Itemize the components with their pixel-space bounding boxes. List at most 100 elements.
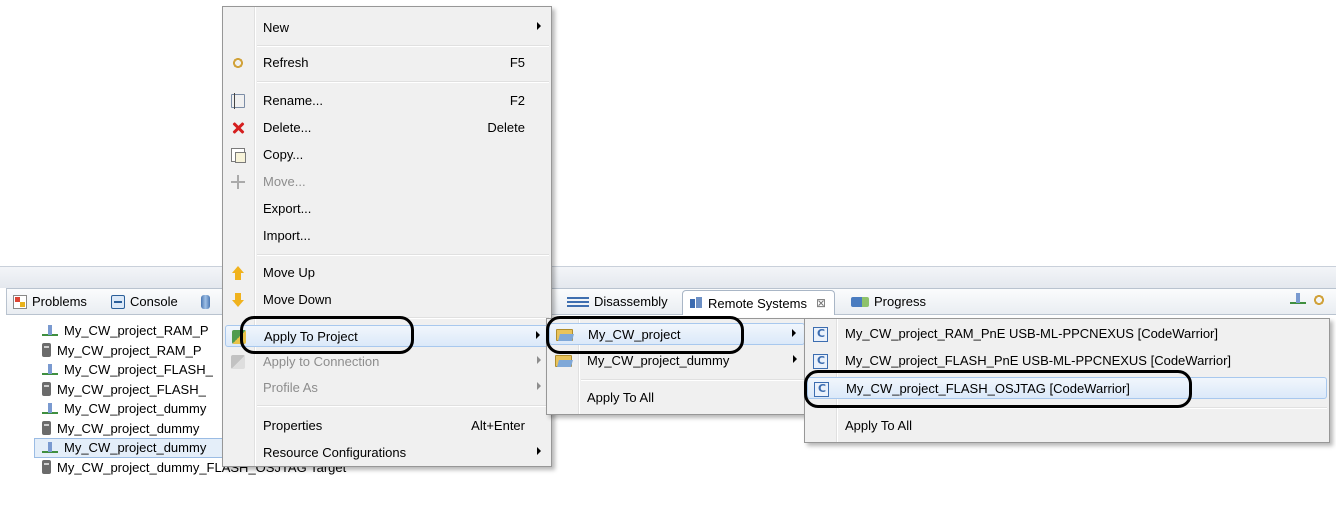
menu-item-label: Move... — [263, 174, 306, 189]
tab-disassembly[interactable]: Disassembly — [567, 289, 668, 314]
connection-icon — [42, 441, 58, 454]
menu-item-label: Delete... — [263, 120, 312, 135]
menu-separator — [257, 254, 549, 256]
menu-item-label: My_CW_project_FLASH_OSJTAG [CodeWarrior] — [846, 381, 1130, 396]
menu-separator — [581, 379, 805, 381]
menu-item-apply-to-all[interactable]: Apply To All — [807, 415, 1327, 437]
apply-icon — [232, 330, 246, 344]
menu-separator — [257, 317, 549, 319]
tab-label: Problems — [32, 294, 87, 309]
context-menu: New Refresh F5 Rename... F2 Delete... De… — [222, 6, 552, 467]
configuration-icon — [813, 327, 828, 342]
console-icon — [111, 294, 125, 309]
menu-item-refresh[interactable]: Refresh F5 — [225, 52, 549, 74]
tab-label: Console — [130, 294, 178, 309]
configuration-submenu: My_CW_project_RAM_PnE USB-ML-PPCNEXUS [C… — [804, 318, 1330, 443]
submenu-arrow-icon — [792, 329, 796, 337]
menu-separator — [257, 405, 549, 407]
menu-item-label: Import... — [263, 228, 311, 243]
submenu-arrow-icon — [537, 22, 541, 30]
refresh-icon — [231, 56, 245, 70]
menu-item-label: New — [263, 20, 290, 35]
menu-item-configuration[interactable]: My_CW_project_FLASH_OSJTAG [CodeWarrior] — [807, 377, 1327, 399]
target-icon — [42, 382, 51, 397]
menu-item-rename[interactable]: Rename... F2 — [225, 90, 549, 112]
rename-icon — [231, 93, 245, 109]
remote-systems-icon — [689, 296, 703, 310]
menu-item-label: Copy... — [263, 147, 304, 162]
target-icon — [42, 421, 51, 436]
menu-item-project[interactable]: My_CW_project_dummy — [549, 350, 805, 372]
connection-icon — [42, 402, 58, 415]
submenu-arrow-icon — [537, 447, 541, 455]
view-tab-bar: Problems Console le Disassembly Remote S… — [6, 288, 1336, 315]
menu-item-move-up[interactable]: Move Up — [225, 262, 549, 284]
submenu-arrow-icon — [537, 382, 541, 390]
close-icon[interactable]: ⊠ — [816, 296, 826, 310]
submenu-arrow-icon — [536, 331, 540, 339]
target-icon — [42, 460, 51, 475]
submenu-arrow-icon — [537, 356, 541, 364]
tree-item-label: My_CW_project_dummy — [57, 420, 200, 436]
configuration-icon — [813, 354, 828, 369]
target-icon — [42, 343, 51, 358]
menu-shortcut: Alt+Enter — [471, 418, 525, 433]
menu-item-project[interactable]: My_CW_project — [549, 323, 805, 345]
menu-item-label: Refresh — [263, 55, 309, 70]
tree-item-label: My_CW_project_RAM_P — [64, 323, 209, 339]
disassembly-icon — [567, 296, 589, 307]
tab-memory[interactable] — [201, 289, 210, 314]
menu-item-label: Apply To All — [845, 418, 912, 433]
menu-item-import[interactable]: Import... — [225, 225, 549, 247]
memory-icon — [201, 294, 210, 309]
menu-shortcut: F5 — [509, 55, 525, 70]
progress-icon — [851, 296, 869, 307]
tree-item-label: My_CW_project_dummy — [64, 440, 207, 456]
menu-separator — [257, 45, 549, 47]
menu-item-label: Move Down — [263, 292, 332, 307]
menu-item-apply-to-project[interactable]: Apply To Project — [225, 325, 549, 347]
menu-item-label: Profile As — [263, 380, 318, 395]
project-submenu: My_CW_project My_CW_project_dummy Apply … — [546, 318, 808, 415]
menu-shortcut: F2 — [509, 93, 525, 108]
view-top-edge — [0, 266, 1336, 288]
menu-item-move-down[interactable]: Move Down — [225, 289, 549, 311]
view-toolbar — [1290, 293, 1326, 307]
copy-icon — [231, 148, 246, 163]
tab-remote-systems[interactable]: Remote Systems ⊠ — [682, 290, 836, 315]
menu-item-label: Properties — [263, 418, 323, 433]
tab-console[interactable]: Console — [111, 289, 178, 314]
menu-item-new[interactable]: New — [225, 17, 549, 39]
refresh-icon[interactable] — [1312, 293, 1326, 307]
new-connection-icon[interactable] — [1290, 293, 1306, 305]
menu-item-export[interactable]: Export... — [225, 198, 549, 220]
menu-item-label: My_CW_project_dummy — [587, 353, 730, 368]
folder-icon — [556, 329, 573, 341]
menu-item-configuration[interactable]: My_CW_project_RAM_PnE USB-ML-PPCNEXUS [C… — [807, 323, 1327, 345]
arrow-up-icon — [231, 266, 245, 280]
menu-item-copy[interactable]: Copy... — [225, 144, 549, 166]
tree-item-label: My_CW_project_RAM_P — [57, 342, 202, 358]
menu-item-delete[interactable]: Delete... Delete — [225, 117, 549, 139]
tab-problems[interactable]: Problems — [13, 289, 87, 314]
menu-item-label: Resource Configurations — [263, 445, 407, 460]
menu-item-apply-to-connection: Apply to Connection — [225, 351, 549, 373]
configuration-icon — [814, 382, 829, 397]
connection-icon — [42, 324, 58, 337]
menu-item-move: Move... — [225, 171, 549, 193]
menu-separator — [839, 407, 1327, 409]
tab-progress[interactable]: Progress — [851, 289, 926, 314]
menu-item-properties[interactable]: Properties Alt+Enter — [225, 415, 549, 437]
menu-item-label: Apply To Project — [264, 329, 358, 344]
tree-item-label: My_CW_project_dummy — [64, 401, 207, 417]
menu-item-resource-configurations[interactable]: Resource Configurations — [225, 442, 549, 464]
menu-item-configuration[interactable]: My_CW_project_FLASH_PnE USB-ML-PPCNEXUS … — [807, 350, 1327, 372]
menu-item-label: Rename... — [263, 93, 323, 108]
menu-item-label: My_CW_project — [588, 327, 681, 342]
menu-item-label: Move Up — [263, 265, 316, 280]
menu-item-profile-as: Profile As — [225, 377, 549, 399]
menu-item-label: My_CW_project_FLASH_PnE USB-ML-PPCNEXUS … — [845, 353, 1232, 368]
menu-item-apply-to-all[interactable]: Apply To All — [549, 387, 805, 409]
tab-label: Disassembly — [594, 294, 668, 309]
tab-label: Remote Systems — [708, 295, 807, 311]
